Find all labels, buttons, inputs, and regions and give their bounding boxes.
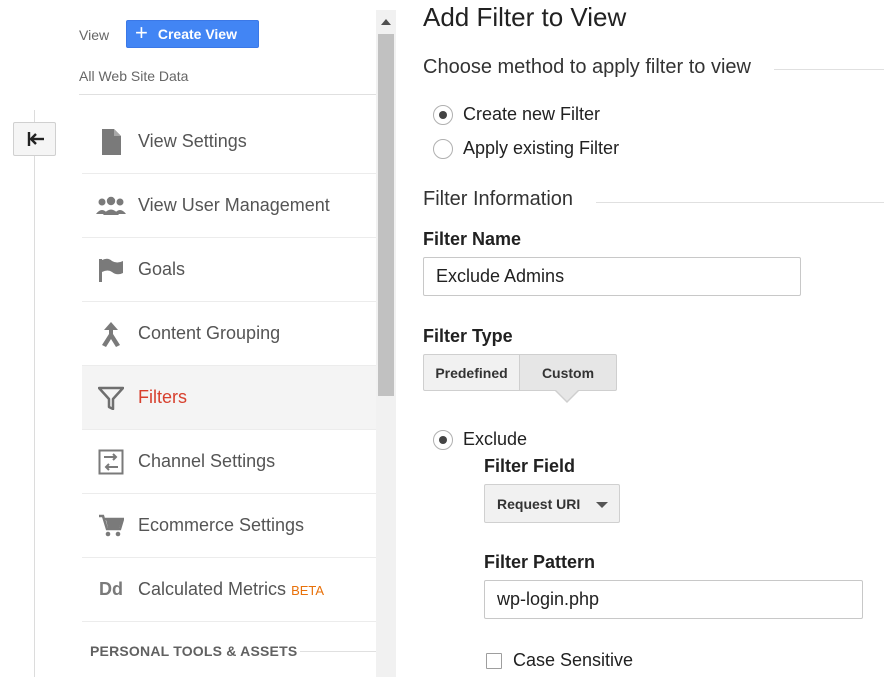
exclude-option[interactable]: Exclude (433, 429, 527, 450)
apply-existing-filter-option[interactable]: Apply existing Filter (433, 138, 619, 159)
divider (774, 69, 884, 70)
nav-item-view-settings[interactable]: View Settings (82, 110, 376, 174)
filter-field-dropdown[interactable]: Request URI (484, 484, 620, 523)
method-heading: Choose method to apply filter to view (423, 56, 751, 78)
page-title: Add Filter to View (423, 2, 627, 32)
nav-item-view-user-management[interactable]: View User Management (82, 174, 376, 238)
nav-item-ecommerce-settings[interactable]: Ecommerce Settings (82, 494, 376, 558)
filter-type-toggle: Predefined Custom (423, 354, 617, 391)
nav-item-calculated-metrics[interactable]: Dd Calculated Metrics BETA (82, 558, 376, 622)
radio-label: Create new Filter (463, 104, 601, 124)
divider (79, 94, 376, 95)
divider (300, 651, 376, 652)
plus-icon: + (135, 20, 148, 45)
funnel-icon (82, 386, 138, 410)
tab-custom[interactable]: Custom (520, 354, 617, 391)
nav-item-filters[interactable]: Filters (82, 366, 376, 430)
filter-pattern-input[interactable] (484, 580, 863, 619)
radio-button[interactable] (433, 429, 453, 450)
case-sensitive-checkbox[interactable] (486, 652, 502, 669)
radio-button[interactable] (433, 104, 453, 125)
nav-item-label: View Settings (138, 131, 247, 151)
calculated-metrics-label: Calculated Metrics (138, 579, 287, 599)
left-rail-line (34, 110, 35, 677)
merge-icon (82, 321, 138, 347)
case-sensitive-option[interactable]: Case Sensitive (486, 650, 633, 671)
cart-icon (82, 514, 138, 538)
flag-icon (82, 257, 138, 283)
nav-item-label: Calculated Metrics BETA (138, 579, 324, 600)
tab-predefined[interactable]: Predefined (423, 354, 520, 391)
filter-information-heading: Filter Information (423, 188, 574, 210)
view-nav: View Settings View User Management Goals… (82, 110, 376, 622)
back-button[interactable] (13, 122, 56, 156)
scroll-up-arrow-icon (381, 18, 391, 25)
nav-item-label: Goals (138, 259, 186, 279)
filter-field-value: Request URI (497, 495, 581, 512)
create-view-label: Create View (157, 26, 237, 42)
nav-item-label: Channel Settings (138, 451, 276, 471)
nav-item-label: View User Management (138, 195, 330, 215)
radio-label: Exclude (463, 429, 528, 449)
dd-icon: Dd (99, 579, 123, 599)
scrollbar-thumb[interactable] (378, 34, 394, 396)
nav-item-content-grouping[interactable]: Content Grouping (82, 302, 376, 366)
channel-settings-icon (82, 449, 138, 475)
nav-item-label: Ecommerce Settings (138, 515, 305, 535)
divider (596, 202, 884, 203)
people-icon (82, 196, 138, 216)
filter-name-input[interactable] (423, 257, 801, 296)
back-arrow-icon (27, 132, 44, 146)
nav-item-label: Content Grouping (138, 323, 281, 343)
create-view-button[interactable]: + Create View (126, 20, 259, 48)
scroll-up-button[interactable] (376, 12, 396, 30)
filter-type-label: Filter Type (423, 326, 513, 346)
document-icon (82, 128, 138, 156)
radio-label: Apply existing Filter (463, 138, 620, 158)
filter-field-label: Filter Field (484, 456, 576, 476)
view-name[interactable]: All Web Site Data (79, 68, 188, 84)
nav-item-channel-settings[interactable]: Channel Settings (82, 430, 376, 494)
personal-tools-heading: PERSONAL TOOLS & ASSETS (90, 643, 298, 659)
filter-pattern-label: Filter Pattern (484, 552, 596, 572)
nav-item-label: Filters (138, 387, 187, 407)
checkbox-label: Case Sensitive (513, 650, 634, 670)
radio-button[interactable] (433, 138, 453, 159)
nav-item-goals[interactable]: Goals (82, 238, 376, 302)
view-label: View (79, 27, 110, 43)
filter-name-label: Filter Name (423, 229, 522, 249)
selected-tab-pointer-fill (556, 390, 578, 401)
chevron-down-icon (596, 502, 608, 508)
create-new-filter-option[interactable]: Create new Filter (433, 104, 600, 125)
beta-badge: BETA (291, 583, 325, 598)
